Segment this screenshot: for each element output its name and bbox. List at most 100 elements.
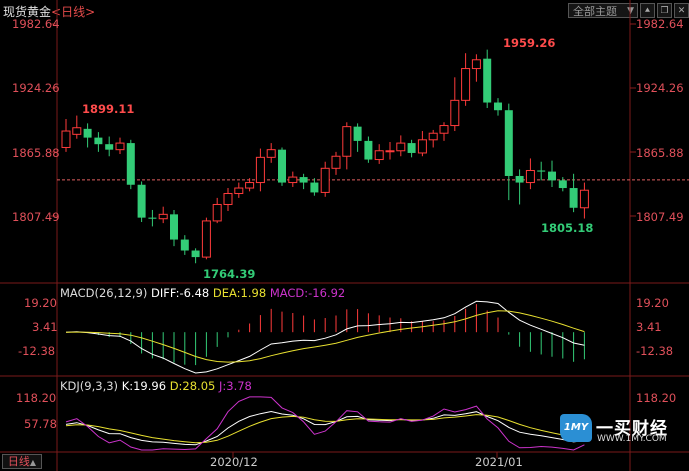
candle (461, 53, 471, 106)
candle (126, 139, 135, 190)
candle (105, 136, 114, 157)
candle (407, 139, 416, 158)
macd-title: MACD(26,12,9) (60, 286, 148, 300)
frame-lines (0, 0, 689, 471)
candle (299, 173, 308, 190)
candle-body (353, 126, 362, 141)
candle (234, 182, 244, 198)
price-label-right-2: 1924.26 (636, 81, 684, 95)
candle (525, 158, 535, 190)
candle-body (201, 220, 211, 258)
candle (158, 206, 168, 224)
logo-mark: 1MY (560, 414, 592, 442)
price-label-right-1: 1982.64 (636, 17, 684, 31)
candle (439, 122, 449, 141)
price-label-left-3: 1865.88 (12, 146, 60, 160)
candle (342, 122, 352, 170)
candle-body (494, 102, 502, 111)
diff-line (65, 300, 585, 374)
k-line (65, 410, 585, 446)
candle-body (278, 149, 286, 183)
candle (212, 197, 222, 224)
candle (353, 123, 362, 152)
kdj-axis-left-2: 57.78 (24, 417, 57, 431)
candle-body (72, 127, 82, 135)
candle-body (331, 155, 341, 169)
candle (320, 161, 330, 197)
candle (385, 141, 395, 160)
high-annotation-1: 1899.11 (82, 102, 135, 116)
macd-dea-value: DEA:1.98 (212, 286, 267, 300)
candle-body (374, 150, 384, 161)
candle (180, 235, 189, 255)
kdj-title: KDJ(9,3,3) (60, 379, 119, 393)
macd-macd-value: MACD:-16.92 (269, 286, 346, 300)
candle-body (180, 239, 189, 251)
candle-body (266, 149, 276, 158)
candle-body (558, 180, 567, 189)
candle (417, 131, 427, 157)
macd-header: MACD(26,12,9) DIFF:-6.48 DEA:1.98 MACD:-… (60, 287, 345, 299)
candle (374, 144, 384, 164)
candle (288, 171, 298, 187)
candle-body (407, 143, 416, 153)
candle-body (234, 187, 244, 195)
macd-histogram (76, 304, 585, 366)
candle (115, 137, 125, 155)
candle-body (385, 150, 395, 153)
macd-axis-right-1: 19.20 (636, 296, 669, 310)
candle (255, 148, 265, 192)
candle-body (537, 170, 546, 172)
high-annotation-2: 1959.26 (503, 36, 556, 50)
time-axis-ticks (232, 452, 498, 458)
candle (94, 132, 103, 152)
candle-body (191, 250, 200, 258)
kdj-d-value: D:28.05 (169, 379, 216, 393)
candle-body (579, 189, 589, 209)
macd-axis-right-3: -12.38 (636, 344, 674, 358)
candle (266, 143, 276, 163)
macd-axis-left-2: 3.41 (32, 320, 58, 334)
candle-body (299, 177, 308, 183)
chevron-up-icon: ▲ (29, 458, 37, 467)
j-line (65, 396, 585, 451)
candle-body (504, 110, 513, 176)
price-label-left-4: 1807.49 (12, 210, 60, 224)
kdj-axis-right-1: 118.20 (636, 391, 677, 405)
candle-body (158, 213, 168, 220)
candle-body (417, 139, 427, 154)
price-label-right-4: 1807.49 (636, 210, 684, 224)
candle-body (471, 59, 481, 70)
candle-body (137, 184, 146, 218)
candle (310, 178, 319, 196)
candle-body (288, 176, 298, 184)
candle-body (364, 140, 373, 160)
candle-body (342, 126, 352, 157)
candle (61, 118, 71, 152)
kdj-axis-left-1: 118.20 (16, 391, 57, 405)
candle-body (320, 167, 330, 193)
candle (72, 115, 82, 139)
candle (428, 129, 438, 148)
candle (471, 54, 481, 82)
candle-body (223, 193, 233, 205)
candle-body (115, 142, 125, 151)
period-tab[interactable]: 日线▲ (2, 454, 42, 469)
candle-body (439, 125, 449, 134)
date-label-1: 2020/12 (210, 455, 258, 469)
candle (201, 217, 211, 260)
candle (569, 173, 578, 213)
candle (83, 123, 92, 148)
candle-body (126, 143, 135, 185)
macd-axis-left-3: -12.38 (18, 344, 56, 358)
low-annotation-1: 1764.39 (203, 267, 256, 281)
price-label-right-3: 1865.88 (636, 146, 684, 160)
candle (548, 160, 556, 187)
macd-axis-right-2: 3.41 (636, 320, 662, 334)
candle (364, 136, 373, 163)
candle (515, 169, 524, 205)
candle (223, 188, 233, 212)
candle (558, 177, 567, 192)
candle-body (61, 130, 71, 148)
kdj-header: KDJ(9,3,3) K:19.96 D:28.05 J:3.78 (60, 380, 252, 392)
